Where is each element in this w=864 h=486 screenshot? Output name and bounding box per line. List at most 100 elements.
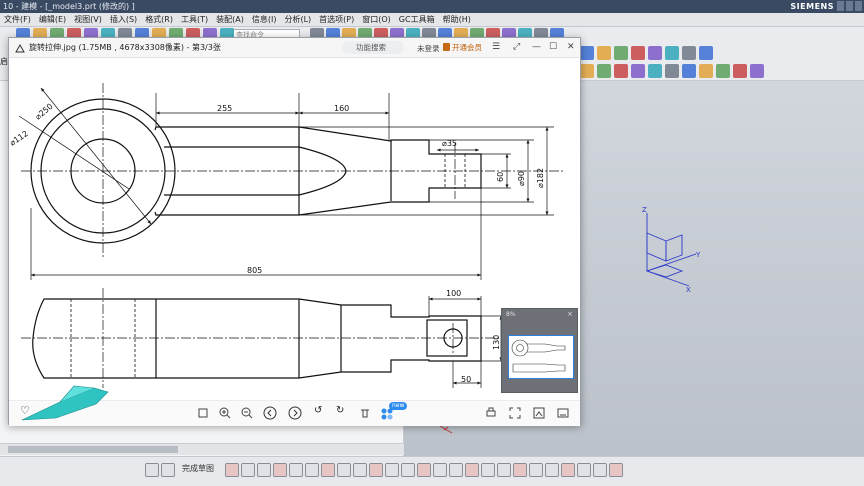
toolbar-tool-icon[interactable]: [631, 64, 645, 78]
screenshot-icon[interactable]: [509, 407, 521, 419]
image-edit-icon[interactable]: [533, 407, 545, 419]
sketch-tool-icon[interactable]: [273, 463, 287, 477]
engineering-drawing[interactable]: ⌀250 ⌀112 255 160 ⌀35 60 ⌀90 ⌀182 805 10…: [9, 58, 580, 400]
menu-edit[interactable]: 编辑(E): [35, 14, 70, 25]
sketch-tool-icon[interactable]: [513, 463, 527, 477]
toolbar-tool-icon[interactable]: [665, 64, 679, 78]
toolbar-tool-icon[interactable]: [631, 46, 645, 60]
toolbar-tool-icon[interactable]: [597, 64, 611, 78]
menu-window[interactable]: 窗口(O): [358, 14, 395, 25]
sketch-tool-icon[interactable]: [497, 463, 511, 477]
toolbar-tool-icon[interactable]: [648, 64, 662, 78]
toolbar-tool-icon[interactable]: [614, 64, 628, 78]
slideshow-icon[interactable]: [557, 407, 569, 419]
teal-3d-model[interactable]: [0, 380, 110, 424]
delete-icon[interactable]: [359, 407, 371, 419]
menu-analysis[interactable]: 分析(L): [280, 14, 315, 25]
zoom-out-icon[interactable]: [241, 407, 253, 419]
fit-screen-icon[interactable]: [197, 407, 209, 419]
minimize-button[interactable]: [837, 1, 844, 11]
sketch-tool-icon[interactable]: [609, 463, 623, 477]
fullscreen-icon[interactable]: ⤢: [513, 42, 520, 52]
toolbar-tool-icon[interactable]: [733, 64, 747, 78]
sketch-tool-icon[interactable]: [257, 463, 271, 477]
scrollbar-thumb[interactable]: [8, 446, 178, 453]
sketch-tool-icon[interactable]: [449, 463, 463, 477]
menu-gc-toolbox[interactable]: GC工具箱: [395, 14, 439, 25]
toolbar-tool-icon[interactable]: [750, 64, 764, 78]
next-image-icon[interactable]: [288, 406, 302, 420]
thumbnail-close-icon[interactable]: ×: [567, 310, 573, 318]
menu-view[interactable]: 视图(V): [70, 14, 106, 25]
sketch-tool-icon[interactable]: [225, 463, 239, 477]
menu-tools[interactable]: 工具(T): [177, 14, 212, 25]
sketch-tool-icon[interactable]: [593, 463, 607, 477]
vip-button[interactable]: 开通会员: [452, 42, 482, 53]
sketch-tool-icon[interactable]: [289, 463, 303, 477]
csys-plane-yz: [665, 234, 683, 262]
toolbar-tool-icon[interactable]: [716, 64, 730, 78]
menu-information[interactable]: 信息(I): [248, 14, 281, 25]
dim-text-d182: ⌀182: [536, 168, 545, 188]
sketch-toolbar: 完成草图: [0, 456, 864, 486]
toolbar-tool-icon[interactable]: [699, 64, 713, 78]
toolbar-tool-icon[interactable]: [699, 46, 713, 60]
menu-format[interactable]: 格式(R): [141, 14, 177, 25]
sketch-tool-icon[interactable]: [241, 463, 255, 477]
toolbar-tool-icon[interactable]: [580, 46, 594, 60]
sketch-tool-icon[interactable]: [321, 463, 335, 477]
toolbar-tool-icon[interactable]: [597, 46, 611, 60]
menu-assembly[interactable]: 装配(A): [212, 14, 248, 25]
sketch-tool-icon[interactable]: [529, 463, 543, 477]
viewer-logo-icon: [15, 43, 25, 53]
horizontal-scrollbar[interactable]: [0, 443, 404, 455]
sketch-tool-icon[interactable]: [353, 463, 367, 477]
sketch-tool-icon[interactable]: [145, 463, 159, 477]
menu-icon[interactable]: ☰: [492, 42, 500, 52]
sketch-tool-icon[interactable]: [161, 463, 175, 477]
new-badge: new: [389, 402, 408, 410]
menu-preferences[interactable]: 首选项(P): [315, 14, 358, 25]
close-button[interactable]: [855, 1, 862, 11]
zoom-in-icon[interactable]: [219, 407, 231, 419]
toolbar-tool-icon[interactable]: [682, 64, 696, 78]
sketch-tool-icon[interactable]: [401, 463, 415, 477]
menu-insert[interactable]: 插入(S): [106, 14, 141, 25]
sketch-tool-icon[interactable]: [433, 463, 447, 477]
sketch-tool-icon[interactable]: [481, 463, 495, 477]
toolbar-tool-icon[interactable]: [648, 46, 662, 60]
sketch-tool-icon[interactable]: [417, 463, 431, 477]
toolbar-tool-icon[interactable]: [614, 46, 628, 60]
rotate-right-icon[interactable]: ↻: [336, 405, 344, 416]
sketch-tool-icon[interactable]: [465, 463, 479, 477]
maximize-button[interactable]: [846, 1, 853, 11]
print-icon[interactable]: [485, 407, 497, 419]
sketch-tool-icon[interactable]: [561, 463, 575, 477]
finish-sketch-label[interactable]: 完成草图: [182, 463, 214, 474]
maximize-icon[interactable]: ☐: [549, 42, 557, 52]
sketch-tool-icon[interactable]: [337, 463, 351, 477]
menu-file[interactable]: 文件(F): [0, 14, 35, 25]
login-status[interactable]: 未登录: [417, 43, 440, 54]
thumbnail-preview[interactable]: [508, 335, 574, 379]
close-icon[interactable]: ✕: [567, 42, 575, 52]
toolbar-tool-icon[interactable]: [580, 64, 594, 78]
dim-text-805: 805: [247, 266, 262, 275]
thumbnail-navigator[interactable]: 8% ×: [501, 308, 578, 393]
rotate-left-icon[interactable]: ↺: [314, 405, 322, 416]
menu-help[interactable]: 帮助(H): [439, 14, 475, 25]
sketch-tool-icon[interactable]: [305, 463, 319, 477]
sketch-tool-icon[interactable]: [545, 463, 559, 477]
nx-menu-bar: 文件(F) 编辑(E) 视图(V) 插入(S) 格式(R) 工具(T) 装配(A…: [0, 13, 864, 27]
vip-icon: [443, 43, 450, 51]
toolbar-tool-icon[interactable]: [665, 46, 679, 60]
toolbar-tool-icon[interactable]: [682, 46, 696, 60]
sketch-tool-icon[interactable]: [369, 463, 383, 477]
sketch-tool-icon[interactable]: [385, 463, 399, 477]
feature-search-button[interactable]: 功能搜索: [342, 41, 404, 54]
dim-line-d250: [40, 87, 152, 225]
previous-image-icon[interactable]: [263, 406, 277, 420]
sketch-tool-icon[interactable]: [577, 463, 591, 477]
minimize-icon[interactable]: —: [532, 42, 541, 52]
viewer-title-bar: 旋转拉伸.jpg (1.75MB , 4678x3308像素) - 第3/3张 …: [9, 38, 580, 58]
